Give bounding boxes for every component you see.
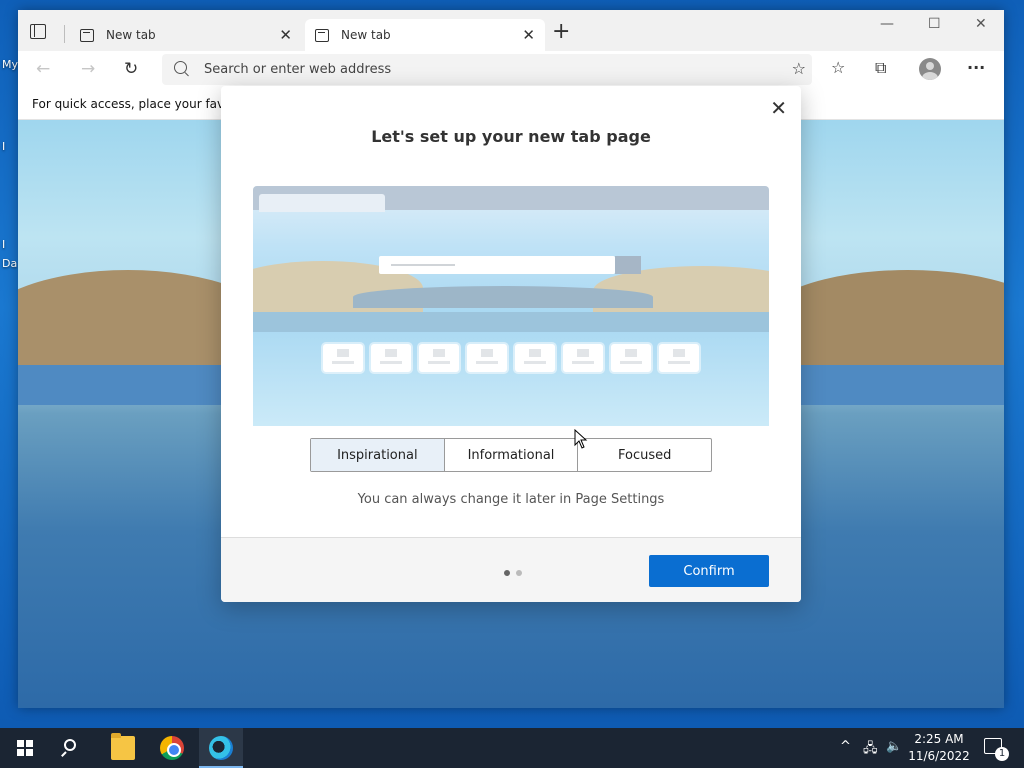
minimize-button[interactable]: — (880, 16, 894, 32)
desktop-icon-label[interactable]: I (2, 140, 5, 153)
clock-date: 11/6/2022 (908, 749, 970, 763)
preview-tile (515, 344, 555, 372)
close-icon[interactable]: ✕ (770, 96, 787, 120)
window-close-button[interactable]: ✕ (975, 16, 987, 32)
more-menu-icon[interactable]: ··· (967, 58, 985, 77)
system-clock[interactable]: 2:25 AM 11/6/2022 (902, 731, 976, 765)
chrome-icon[interactable] (160, 736, 184, 760)
preview-tab (259, 194, 385, 212)
toolbar: ← → ↻ ☆ ☆ ⧉ ··· (18, 51, 1004, 89)
notification-icon[interactable]: 1 (984, 738, 1009, 761)
settings-hint: You can always change it later in Page S… (357, 492, 665, 507)
network-icon[interactable]: 🖧 (863, 739, 878, 761)
mouse-cursor-icon (574, 429, 588, 449)
preview-tile (659, 344, 699, 372)
preview-tile (611, 344, 651, 372)
taskbar: ^ 🖧 🔈 2:25 AM 11/6/2022 1 (0, 728, 1024, 768)
preview-water (253, 312, 769, 332)
close-icon[interactable]: ✕ (522, 26, 535, 44)
refresh-icon[interactable]: ↻ (124, 59, 138, 79)
edge-icon[interactable] (209, 736, 233, 760)
profile-avatar[interactable] (919, 58, 941, 80)
chevron-up-icon[interactable]: ^ (840, 739, 851, 754)
tab-new-tab-2[interactable]: New tab ✕ (305, 19, 545, 51)
layout-option-informational[interactable]: Informational (443, 439, 578, 471)
volume-icon[interactable]: 🔈 (886, 739, 902, 754)
notification-count-badge: 1 (995, 747, 1009, 761)
add-favorite-star-icon[interactable]: ☆ (792, 59, 806, 78)
confirm-button[interactable]: Confirm (649, 555, 769, 587)
tab-separator (64, 25, 65, 43)
new-tab-setup-dialog: ✕ Let's set up your new tab page Inspira… (221, 86, 801, 602)
step-indicator (504, 570, 522, 576)
preview-tile (323, 344, 363, 372)
collections-icon[interactable]: ⧉ (875, 58, 886, 78)
address-input[interactable] (204, 59, 764, 79)
tab-new-tab-1[interactable]: New tab ✕ (70, 19, 302, 51)
layout-selector: Inspirational Informational Focused (310, 438, 712, 472)
preview-hill (353, 286, 653, 308)
step-dot-active (504, 570, 510, 576)
clock-time: 2:25 AM (914, 732, 964, 746)
back-arrow-icon[interactable]: ← (36, 59, 50, 79)
plus-icon[interactable]: + (552, 21, 570, 43)
desktop-icon-label[interactable]: My (2, 58, 18, 71)
tab-actions-icon[interactable] (30, 24, 46, 39)
close-icon[interactable]: ✕ (279, 26, 292, 44)
dialog-title: Let's set up your new tab page (371, 127, 651, 146)
forward-arrow-icon[interactable]: → (81, 59, 95, 79)
file-explorer-icon[interactable] (111, 733, 135, 760)
page-icon (80, 28, 94, 42)
maximize-button[interactable]: ☐ (928, 16, 941, 32)
preview-tile (419, 344, 459, 372)
search-icon[interactable] (64, 739, 76, 751)
preview-search-box (379, 256, 615, 274)
tab-label: New tab (341, 28, 391, 42)
layout-option-focused[interactable]: Focused (577, 439, 711, 471)
windows-start-icon[interactable] (17, 740, 33, 756)
preview-tile (467, 344, 507, 372)
page-icon (315, 28, 329, 42)
address-bar[interactable]: ☆ (162, 54, 812, 85)
desktop-icon-label[interactable]: I (2, 238, 5, 251)
preview-search-button (615, 256, 641, 274)
search-icon (174, 61, 187, 74)
desktop-icon-label[interactable]: Da (2, 257, 17, 270)
step-dot (516, 570, 522, 576)
dialog-footer: Confirm (221, 537, 801, 602)
favorites-bar-hint: For quick access, place your favorit (32, 97, 245, 111)
favorites-icon[interactable]: ☆ (831, 58, 845, 77)
title-bar: New tab ✕ New tab ✕ + — ☐ ✕ (18, 10, 1004, 51)
layout-preview-image (253, 186, 769, 426)
layout-option-inspirational[interactable]: Inspirational (311, 439, 444, 471)
tab-label: New tab (106, 28, 156, 42)
preview-tile (563, 344, 603, 372)
preview-tile (371, 344, 411, 372)
